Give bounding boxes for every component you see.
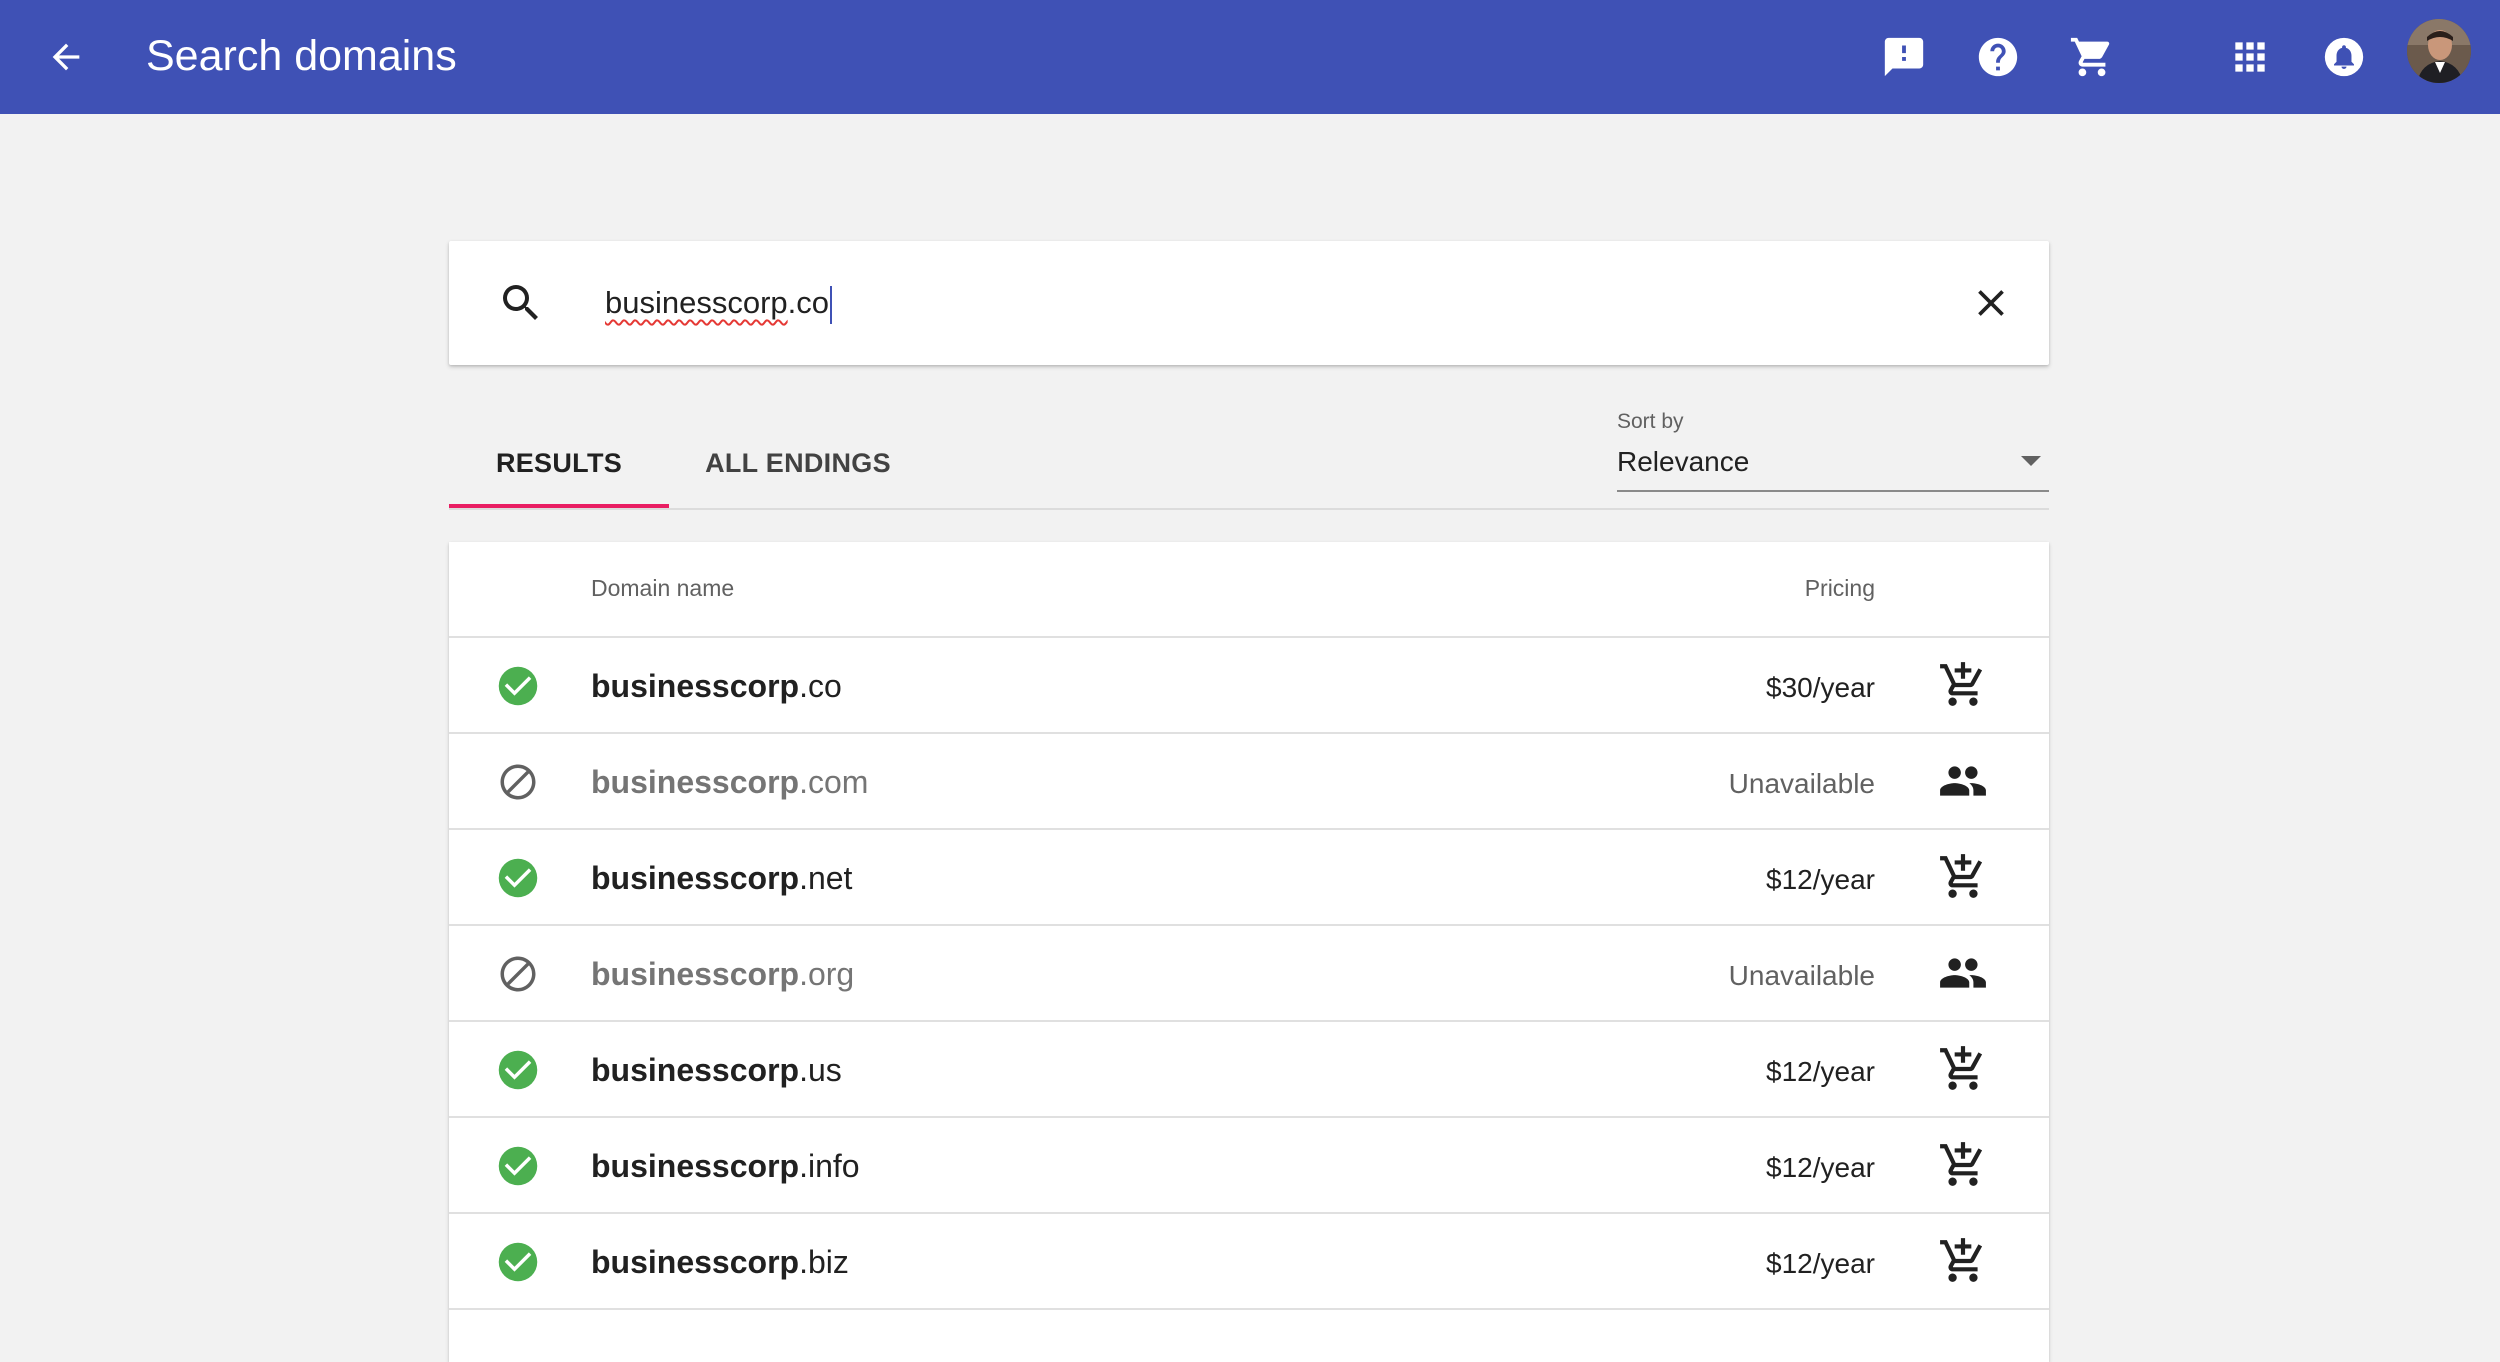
domain-price: $30/year bbox=[1766, 672, 1875, 703]
add-to-cart-button[interactable] bbox=[1935, 1041, 1991, 1097]
add-to-cart-icon bbox=[1938, 1044, 1988, 1094]
table-row[interactable]: businesscorp.us $12/year bbox=[449, 1022, 2049, 1118]
domain-name-base: businesscorp bbox=[591, 764, 800, 800]
domain-price: $12/year bbox=[1766, 1152, 1875, 1183]
domain-price: Unavailable bbox=[1728, 768, 1875, 799]
available-check-icon bbox=[497, 1049, 539, 1091]
domain-name-base: businesscorp bbox=[591, 668, 800, 704]
table-row[interactable]: businesscorp.co $30/year bbox=[449, 638, 2049, 734]
add-to-cart-button[interactable] bbox=[1935, 1137, 1991, 1193]
domain-tld: .co bbox=[799, 668, 842, 704]
cart-icon bbox=[2070, 37, 2110, 77]
app-bar: Search domains bbox=[0, 0, 2500, 114]
sort-by-value: Relevance bbox=[1617, 446, 1750, 477]
domain-name-base: businesscorp bbox=[591, 1148, 800, 1184]
add-to-cart-button[interactable] bbox=[1935, 657, 1991, 713]
add-to-cart-icon bbox=[1938, 1140, 1988, 1190]
domain-name: businesscorp.co bbox=[591, 666, 842, 706]
apps-grid-icon bbox=[2235, 42, 2265, 72]
feedback-icon bbox=[1884, 37, 1924, 77]
search-input-name: businesscorp bbox=[605, 285, 788, 320]
domain-tld: .us bbox=[799, 1052, 842, 1088]
add-to-cart-icon bbox=[1938, 1236, 1988, 1286]
available-check-icon bbox=[497, 1145, 539, 1187]
tab-results[interactable]: RESULTS bbox=[449, 420, 669, 508]
header-domain-name: Domain name bbox=[591, 575, 735, 601]
add-to-cart-icon bbox=[1938, 852, 1988, 902]
domain-name: businesscorp.com bbox=[591, 762, 868, 802]
apps-button[interactable] bbox=[2210, 17, 2290, 97]
add-to-cart-button[interactable] bbox=[1935, 849, 1991, 905]
user-photo-icon bbox=[2407, 19, 2471, 83]
unavailable-block-icon bbox=[497, 761, 539, 803]
domain-price: $12/year bbox=[1766, 1248, 1875, 1279]
domain-price: $12/year bbox=[1766, 864, 1875, 895]
dropdown-arrow-icon bbox=[2021, 456, 2041, 466]
domain-tld: .biz bbox=[799, 1244, 849, 1280]
table-row[interactable]: businesscorp.com Unavailable bbox=[449, 734, 2049, 830]
table-row[interactable]: businesscorp.info $12/year bbox=[449, 1118, 2049, 1214]
table-row[interactable]: businesscorp.org Unavailable bbox=[449, 926, 2049, 1022]
search-input-tld: .co bbox=[787, 285, 830, 320]
search-input[interactable]: businesscorp.co bbox=[605, 277, 833, 329]
avatar[interactable] bbox=[2407, 19, 2471, 83]
close-icon bbox=[1978, 290, 2004, 316]
arrow-back-icon bbox=[52, 43, 80, 71]
add-to-cart-icon bbox=[1938, 660, 1988, 710]
notifications-icon bbox=[2324, 37, 2364, 77]
help-button[interactable] bbox=[1958, 17, 2038, 97]
domain-tld: .com bbox=[799, 764, 869, 800]
domain-name: businesscorp.info bbox=[591, 1146, 860, 1186]
add-to-cart-button[interactable] bbox=[1935, 1233, 1991, 1289]
unavailable-block-icon bbox=[497, 953, 539, 995]
text-caret bbox=[830, 285, 833, 324]
cart-button[interactable] bbox=[2052, 17, 2132, 97]
available-check-icon bbox=[497, 857, 539, 899]
domain-price: Unavailable bbox=[1728, 960, 1875, 991]
people-icon bbox=[1938, 948, 1988, 998]
domain-name: businesscorp.biz bbox=[591, 1242, 849, 1282]
clear-search-button[interactable] bbox=[1955, 267, 2027, 339]
page-title: Search domains bbox=[146, 32, 457, 80]
owner-info-button[interactable] bbox=[1935, 753, 1991, 809]
domain-tld: .info bbox=[799, 1148, 860, 1184]
domain-price: $12/year bbox=[1766, 1056, 1875, 1087]
tab-all-endings-label: ALL ENDINGS bbox=[705, 447, 891, 478]
table-header: Domain name Pricing bbox=[449, 542, 2049, 638]
domain-name: businesscorp.net bbox=[591, 858, 852, 898]
domain-tld: .net bbox=[799, 860, 853, 896]
table-row[interactable]: businesscorp.net $12/year bbox=[449, 830, 2049, 926]
people-icon bbox=[1938, 756, 1988, 806]
available-check-icon bbox=[497, 665, 539, 707]
domain-tld: .org bbox=[799, 956, 855, 992]
domain-name: businesscorp.org bbox=[591, 954, 854, 994]
header-pricing: Pricing bbox=[1804, 575, 1875, 601]
domain-name-base: businesscorp bbox=[591, 1052, 800, 1088]
domain-results-table: Domain name Pricing businesscorp.co $30/y… bbox=[449, 542, 2049, 1362]
help-icon bbox=[1978, 37, 2018, 77]
table-row[interactable]: businesscorp.biz $12/year bbox=[449, 1214, 2049, 1310]
back-button[interactable] bbox=[26, 17, 106, 97]
active-tab-indicator bbox=[449, 504, 669, 508]
domain-search-box: businesscorp.co bbox=[449, 241, 2049, 365]
domain-name-base: businesscorp bbox=[591, 956, 800, 992]
tab-results-label: RESULTS bbox=[495, 447, 623, 478]
feedback-button[interactable] bbox=[1864, 17, 1944, 97]
notifications-button[interactable] bbox=[2304, 17, 2384, 97]
domain-name-base: businesscorp bbox=[591, 1244, 800, 1280]
search-icon bbox=[503, 285, 538, 320]
owner-info-button[interactable] bbox=[1935, 945, 1991, 1001]
domain-name-base: businesscorp bbox=[591, 860, 800, 896]
tab-all-endings[interactable]: ALL ENDINGS bbox=[669, 420, 927, 506]
sort-by-label: Sort by bbox=[1617, 410, 1684, 433]
available-check-icon bbox=[497, 1241, 539, 1283]
sort-by-select[interactable]: Sort by Relevance bbox=[1617, 410, 2049, 492]
domain-name: businesscorp.us bbox=[591, 1050, 842, 1090]
